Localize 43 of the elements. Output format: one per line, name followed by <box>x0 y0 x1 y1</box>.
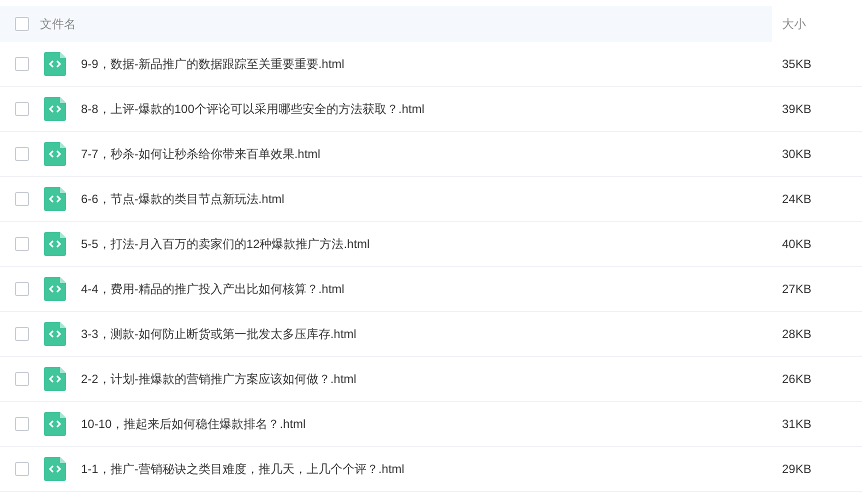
checkbox[interactable] <box>15 147 29 161</box>
html-file-icon <box>44 52 66 76</box>
html-file-icon <box>44 187 66 211</box>
html-file-icon <box>44 367 66 391</box>
checkbox[interactable] <box>15 237 29 251</box>
file-name[interactable]: 8-8，上评-爆款的100个评论可以采用哪些安全的方法获取？.html <box>81 100 424 118</box>
file-name[interactable]: 5-5，打法-月入百万的卖家们的12种爆款推广方法.html <box>81 236 370 252</box>
checkbox[interactable] <box>15 372 29 386</box>
checkbox[interactable] <box>15 57 29 71</box>
checkbox[interactable] <box>15 282 29 296</box>
file-size: 40KB <box>782 237 812 251</box>
file-size: 31KB <box>782 417 812 431</box>
html-file-icon <box>44 412 66 436</box>
file-size: 29KB <box>782 462 812 476</box>
file-size: 39KB <box>782 102 812 116</box>
html-file-icon <box>44 142 66 166</box>
file-name[interactable]: 1-1，推广-营销秘诀之类目难度，推几天，上几个个评？.html <box>81 460 404 478</box>
checkbox[interactable] <box>15 462 29 476</box>
file-name[interactable]: 7-7，秒杀-如何让秒杀给你带来百单效果.html <box>81 146 320 162</box>
file-size: 35KB <box>782 57 812 71</box>
file-name[interactable]: 2-2，计划-推爆款的营销推广方案应该如何做？.html <box>81 370 356 388</box>
file-size: 26KB <box>782 372 812 386</box>
file-size: 28KB <box>782 327 812 341</box>
file-size: 24KB <box>782 192 812 206</box>
checkbox[interactable] <box>15 192 29 206</box>
checkbox[interactable] <box>15 17 29 31</box>
html-file-icon <box>44 457 66 481</box>
file-name[interactable]: 4-4，费用-精品的推广投入产出比如何核算？.html <box>81 280 344 298</box>
file-size: 30KB <box>782 147 812 161</box>
html-file-icon <box>44 232 66 256</box>
file-name[interactable]: 6-6，节点-爆款的类目节点新玩法.html <box>81 190 284 208</box>
file-name[interactable]: 9-9，数据-新品推广的数据跟踪至关重要重要.html <box>81 56 344 72</box>
html-file-icon <box>44 277 66 301</box>
checkbox[interactable] <box>15 327 29 341</box>
html-file-icon <box>44 97 66 121</box>
column-header: 大小 <box>782 16 806 32</box>
file-name[interactable]: 10-10，推起来后如何稳住爆款排名？.html <box>81 416 306 432</box>
file-name[interactable]: 3-3，测款-如何防止断货或第一批发太多压库存.html <box>81 326 356 342</box>
checkbox[interactable] <box>15 417 29 431</box>
checkbox[interactable] <box>15 102 29 116</box>
file-size: 27KB <box>782 282 812 296</box>
column-header: 文件名 <box>40 16 76 32</box>
html-file-icon <box>44 322 66 346</box>
